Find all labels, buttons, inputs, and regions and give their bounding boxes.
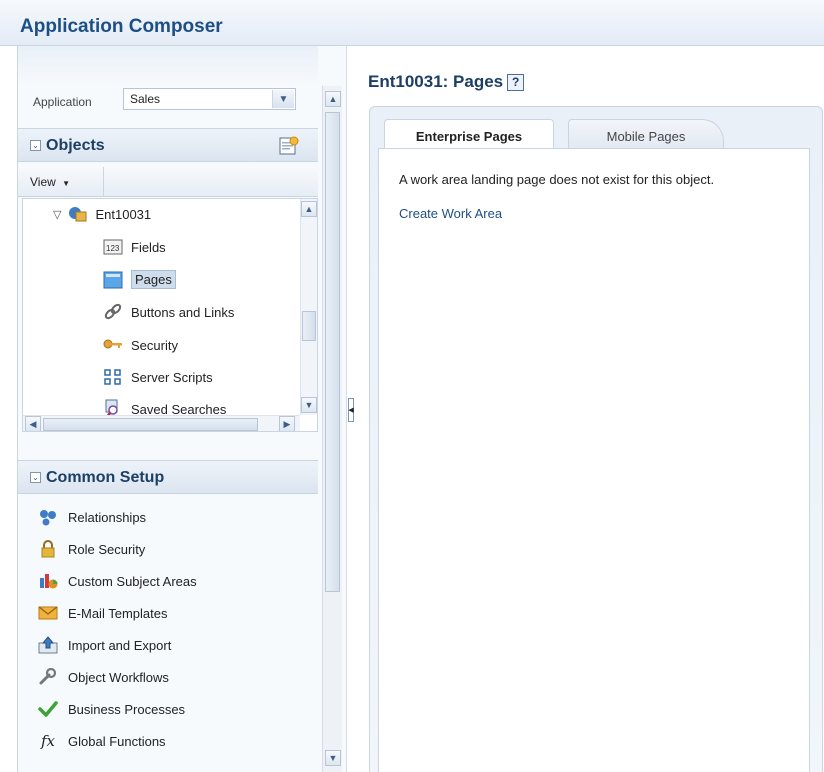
- setup-item-role-security[interactable]: Role Security: [38, 540, 145, 558]
- scroll-down-icon[interactable]: ▼: [325, 750, 341, 766]
- link-icon: [103, 303, 123, 321]
- objects-section-header[interactable]: ⌄ Objects: [18, 128, 318, 162]
- tree-item-buttons-links[interactable]: Buttons and Links: [103, 303, 234, 321]
- app-title-bar: Application Composer: [0, 0, 824, 46]
- tree-item-pages[interactable]: Pages: [103, 270, 176, 289]
- key-icon: [103, 336, 123, 354]
- setup-item-label: Relationships: [68, 509, 147, 525]
- tree-item-label: Pages: [131, 270, 176, 289]
- object-icon: [67, 205, 87, 223]
- setup-item-import-export[interactable]: Import and Export: [38, 636, 171, 654]
- tree-item-label: Buttons and Links: [131, 304, 235, 320]
- tree-item-label: Server Scripts: [131, 369, 213, 385]
- tree-item-security[interactable]: Security: [103, 336, 178, 354]
- relationships-icon: [38, 508, 58, 526]
- fields-icon: 123: [103, 238, 123, 256]
- chevron-down-icon: ▼: [62, 179, 71, 188]
- help-icon[interactable]: ?: [507, 74, 525, 91]
- setup-item-relationships[interactable]: Relationships: [38, 508, 146, 526]
- setup-item-email-templates[interactable]: E-Mail Templates: [38, 604, 167, 622]
- objects-section-title: Objects: [46, 137, 105, 154]
- create-work-area-link[interactable]: Create Work Area: [399, 206, 502, 221]
- setup-item-business-processes[interactable]: Business Processes: [38, 700, 185, 718]
- scroll-right-icon[interactable]: ▶: [279, 416, 295, 431]
- setup-item-label: Global Functions: [68, 733, 166, 749]
- page-title-text: Ent10031: Pages: [368, 72, 504, 91]
- view-menu-label: View: [30, 175, 56, 189]
- tree-item-label: Fields: [131, 239, 166, 255]
- setup-item-custom-subject-areas[interactable]: Custom Subject Areas: [38, 572, 197, 590]
- application-label: Application: [33, 95, 92, 109]
- setup-item-global-functions[interactable]: fx Global Functions: [38, 732, 166, 750]
- scroll-left-icon[interactable]: ◀: [25, 416, 41, 431]
- tree-vertical-scrollbar[interactable]: ▲ ▼: [300, 199, 317, 415]
- objects-toolbar: View ▼: [18, 167, 318, 197]
- lock-icon: [38, 540, 58, 558]
- common-setup-header[interactable]: ⌄ Common Setup: [18, 460, 318, 494]
- scroll-down-icon[interactable]: ▼: [301, 397, 317, 413]
- tab-mobile-pages[interactable]: Mobile Pages: [568, 119, 724, 149]
- setup-item-label: Custom Subject Areas: [68, 573, 197, 589]
- tree-node-ent10031[interactable]: ▽ Ent10031: [53, 205, 151, 223]
- tree-scroll-thumb[interactable]: [302, 311, 316, 341]
- tree-node-label: Ent10031: [95, 206, 152, 222]
- tree-horizontal-scrollbar[interactable]: ◀ ▶: [23, 415, 300, 431]
- setup-item-label: Business Processes: [68, 701, 186, 717]
- subject-areas-icon: [38, 572, 58, 590]
- tree-item-fields[interactable]: 123 Fields: [103, 238, 166, 256]
- collapse-left-panel-icon[interactable]: ◀: [348, 398, 354, 422]
- application-select[interactable]: Sales ▼: [123, 88, 296, 110]
- application-select-value: Sales: [130, 92, 161, 106]
- tab-content: A work area landing page does not exist …: [378, 148, 810, 772]
- setup-item-label: Object Workflows: [68, 669, 169, 685]
- setup-item-object-workflows[interactable]: Object Workflows: [38, 668, 169, 686]
- common-setup-title: Common Setup: [46, 469, 165, 486]
- email-icon: [38, 604, 58, 622]
- tree-hscroll-thumb[interactable]: [43, 418, 258, 431]
- function-icon: fx: [40, 732, 55, 750]
- page-title: Ent10031: Pages?: [368, 72, 525, 92]
- no-landing-page-message: A work area landing page does not exist …: [399, 172, 715, 187]
- setup-item-label: E-Mail Templates: [68, 605, 168, 621]
- svg-text:123: 123: [106, 244, 120, 253]
- setup-item-label: Import and Export: [68, 637, 172, 653]
- import-export-icon: [38, 636, 58, 654]
- expanded-triangle-icon[interactable]: ▽: [53, 208, 61, 221]
- tab-enterprise-pages[interactable]: Enterprise Pages: [384, 119, 554, 149]
- left-panel-scrollbar[interactable]: ▲ ▼: [322, 86, 342, 772]
- left-panel: Application Sales ▼ ⌄ Objects View ▼ ▽ E…: [17, 46, 346, 772]
- tree-item-server-scripts[interactable]: Server Scripts: [103, 368, 213, 386]
- left-panel-scroll-thumb[interactable]: [325, 112, 340, 592]
- collapse-icon[interactable]: ⌄: [30, 472, 41, 483]
- pages-icon: [103, 271, 123, 289]
- scroll-up-icon[interactable]: ▲: [325, 91, 341, 107]
- wrench-icon: [38, 668, 58, 686]
- left-top-strip: [18, 46, 318, 86]
- scripts-icon: [103, 368, 123, 386]
- scroll-up-icon[interactable]: ▲: [301, 201, 317, 217]
- tab-container: Enterprise Pages Mobile Pages A work are…: [369, 106, 823, 772]
- objects-tree: ▽ Ent10031 123 Fields Pages Buttons and …: [22, 198, 318, 432]
- app-title: Application Composer: [20, 16, 223, 37]
- checkmark-icon: [38, 700, 58, 718]
- view-menu[interactable]: View ▼: [18, 167, 104, 197]
- tree-item-label: Security: [131, 337, 178, 353]
- setup-item-label: Role Security: [68, 541, 146, 557]
- collapse-icon[interactable]: ⌄: [30, 140, 41, 151]
- create-object-icon[interactable]: [279, 136, 299, 156]
- right-panel: Ent10031: Pages? Enterprise Pages Mobile…: [356, 46, 824, 772]
- chevron-down-icon[interactable]: ▼: [272, 90, 294, 108]
